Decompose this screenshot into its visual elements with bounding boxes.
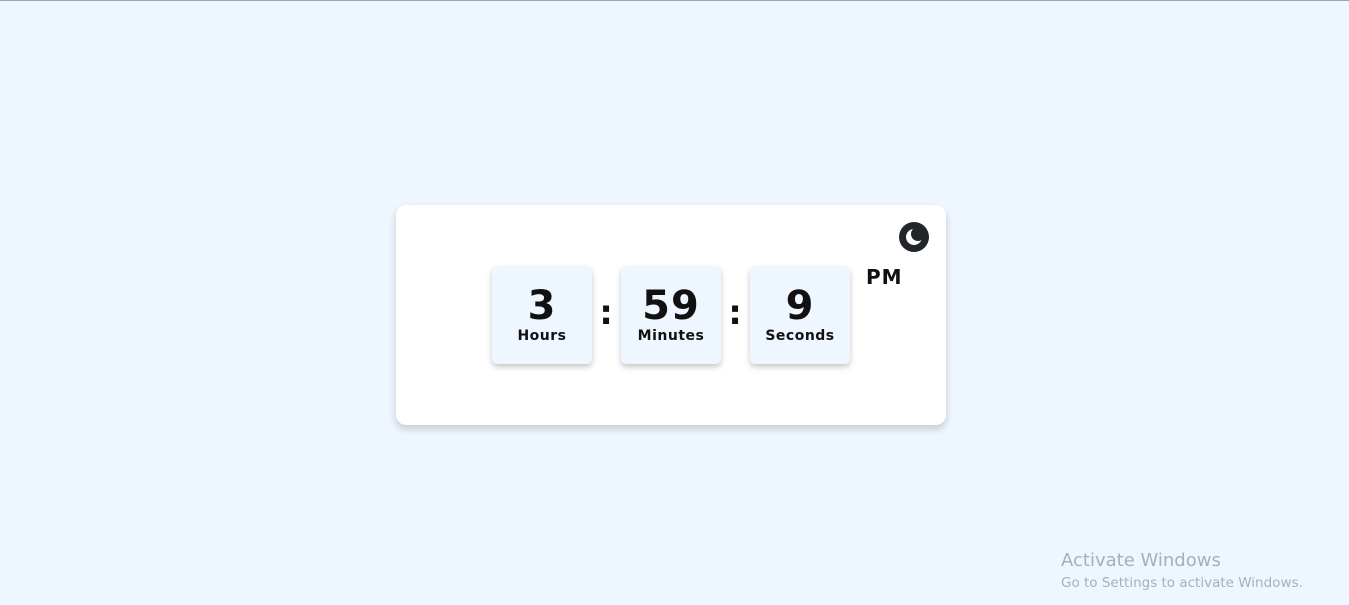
theme-toggle-button[interactable] xyxy=(899,222,929,252)
seconds-value: 9 xyxy=(785,283,815,329)
hours-label: Hours xyxy=(517,328,567,344)
watermark-subtitle: Go to Settings to activate Windows. xyxy=(1061,575,1303,591)
hours-tile: 3 Hours xyxy=(492,266,592,364)
clock-card: 3 Hours : 59 Minutes : 9 Seconds PM xyxy=(396,205,946,425)
watermark-title: Activate Windows xyxy=(1061,550,1221,571)
minutes-value: 59 xyxy=(642,283,700,329)
seconds-tile: 9 Seconds xyxy=(750,266,850,364)
hours-value: 3 xyxy=(527,283,557,329)
minutes-label: Minutes xyxy=(637,328,705,344)
seconds-label: Seconds xyxy=(765,328,835,344)
minutes-tile: 59 Minutes xyxy=(621,266,721,364)
am-pm-indicator: PM xyxy=(866,265,903,289)
time-separator: : xyxy=(728,293,742,333)
time-separator: : xyxy=(599,293,613,333)
activate-windows-watermark: Activate Windows Go to Settings to activ… xyxy=(1061,549,1303,593)
moon-icon xyxy=(906,227,925,245)
